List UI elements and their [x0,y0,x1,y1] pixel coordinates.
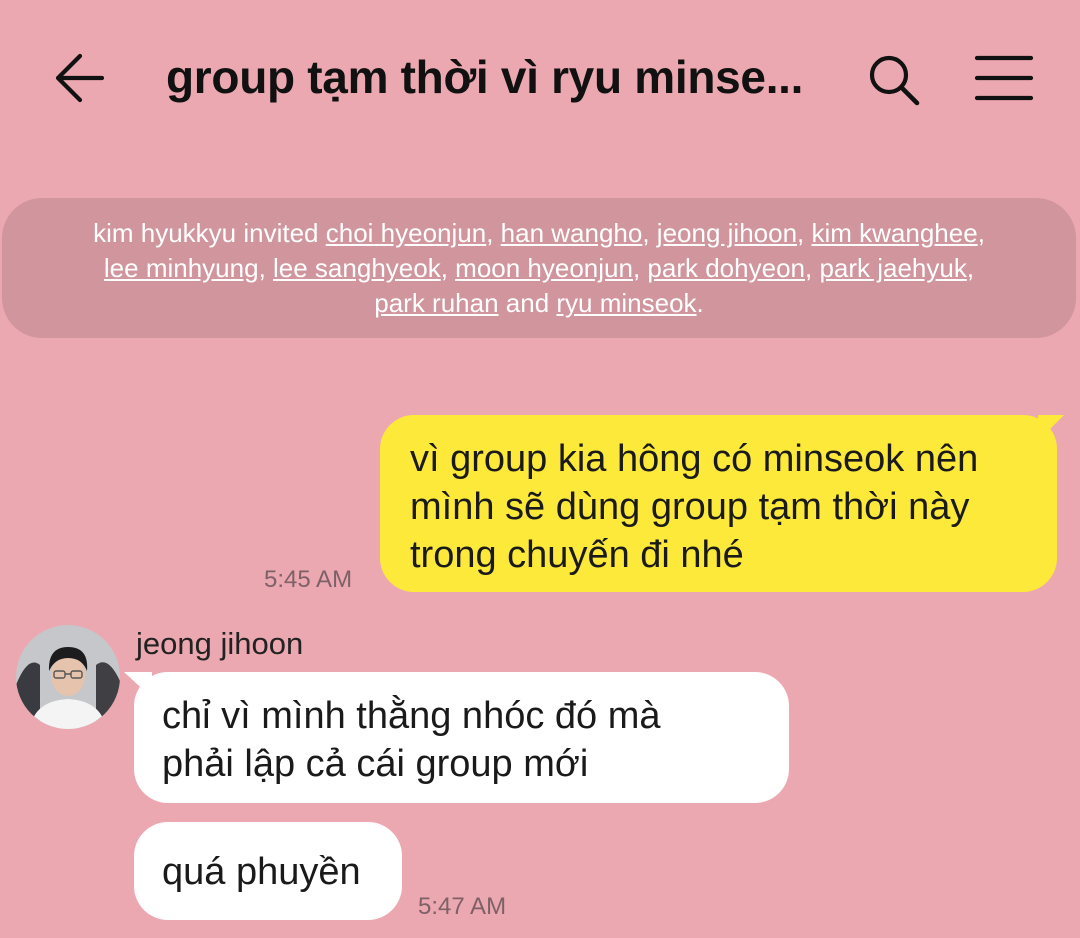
invited-text: invited [236,218,326,248]
separator: , [258,253,274,283]
outgoing-message-bubble[interactable]: vì group kia hông có minseok nên mình sẽ… [380,415,1064,592]
message-line: mình sẽ dùng group tạm thời này [410,486,970,528]
inviter-name: kim hyukkyu [93,218,237,248]
separator: , [797,218,812,248]
sender-name: jeong jihoon [136,626,304,661]
menu-button[interactable] [974,54,1034,102]
message-timestamp: 5:45 AM [264,566,353,593]
invitee-link[interactable]: ryu minseok [556,288,696,318]
message-line: quá phuyền [162,851,361,893]
separator: , [486,218,501,248]
message-timestamp: 5:47 AM [418,893,507,920]
sender-avatar[interactable] [16,625,120,729]
message-line: trong chuyến đi nhé [410,534,744,576]
separator: , [632,253,648,283]
message-line: chỉ vì mình thằng nhóc đó mà [162,695,661,737]
incoming-message-bubble[interactable]: chỉ vì mình thằng nhóc đó mà phải lập cả… [124,672,789,803]
system-invite-notice: kim hyukkyu invited choi hyeonjun, han w… [2,198,1076,338]
invitee-link[interactable]: lee minhyung [104,253,259,283]
chat-title: group tạm thời vì ryu minse... [166,51,804,103]
separator: , [977,218,985,248]
invitee-link[interactable]: choi hyeonjun [326,218,486,248]
search-icon [869,55,920,106]
invitee-link[interactable]: park dohyeon [647,253,805,283]
invitee-link[interactable]: kim kwanghee [811,218,977,248]
search-button[interactable] [866,52,922,108]
invitee-link[interactable]: jeong jihoon [657,218,797,248]
back-arrow-icon [55,53,105,103]
chat-header: group tạm thời vì ryu minse... [0,0,1080,160]
invitee-link[interactable]: park jaehyuk [819,253,966,283]
separator: , [440,253,456,283]
and-text: and [498,288,557,318]
separator: , [966,253,975,283]
message-line: vì group kia hông có minseok nên [410,438,979,480]
invitee-link[interactable]: lee sanghyeok [273,253,441,283]
end-text: . [696,288,704,318]
invitee-link[interactable]: moon hyeonjun [455,253,633,283]
avatar-photo-icon [16,625,120,729]
message-line: phải lập cả cái group mới [162,743,589,785]
separator: , [642,218,657,248]
incoming-message-bubble[interactable]: quá phuyền [134,822,402,920]
invitee-link[interactable]: park ruhan [374,288,498,318]
back-button[interactable] [52,52,108,104]
invitee-link[interactable]: han wangho [501,218,643,248]
separator: , [804,253,820,283]
menu-icon [974,55,1034,101]
